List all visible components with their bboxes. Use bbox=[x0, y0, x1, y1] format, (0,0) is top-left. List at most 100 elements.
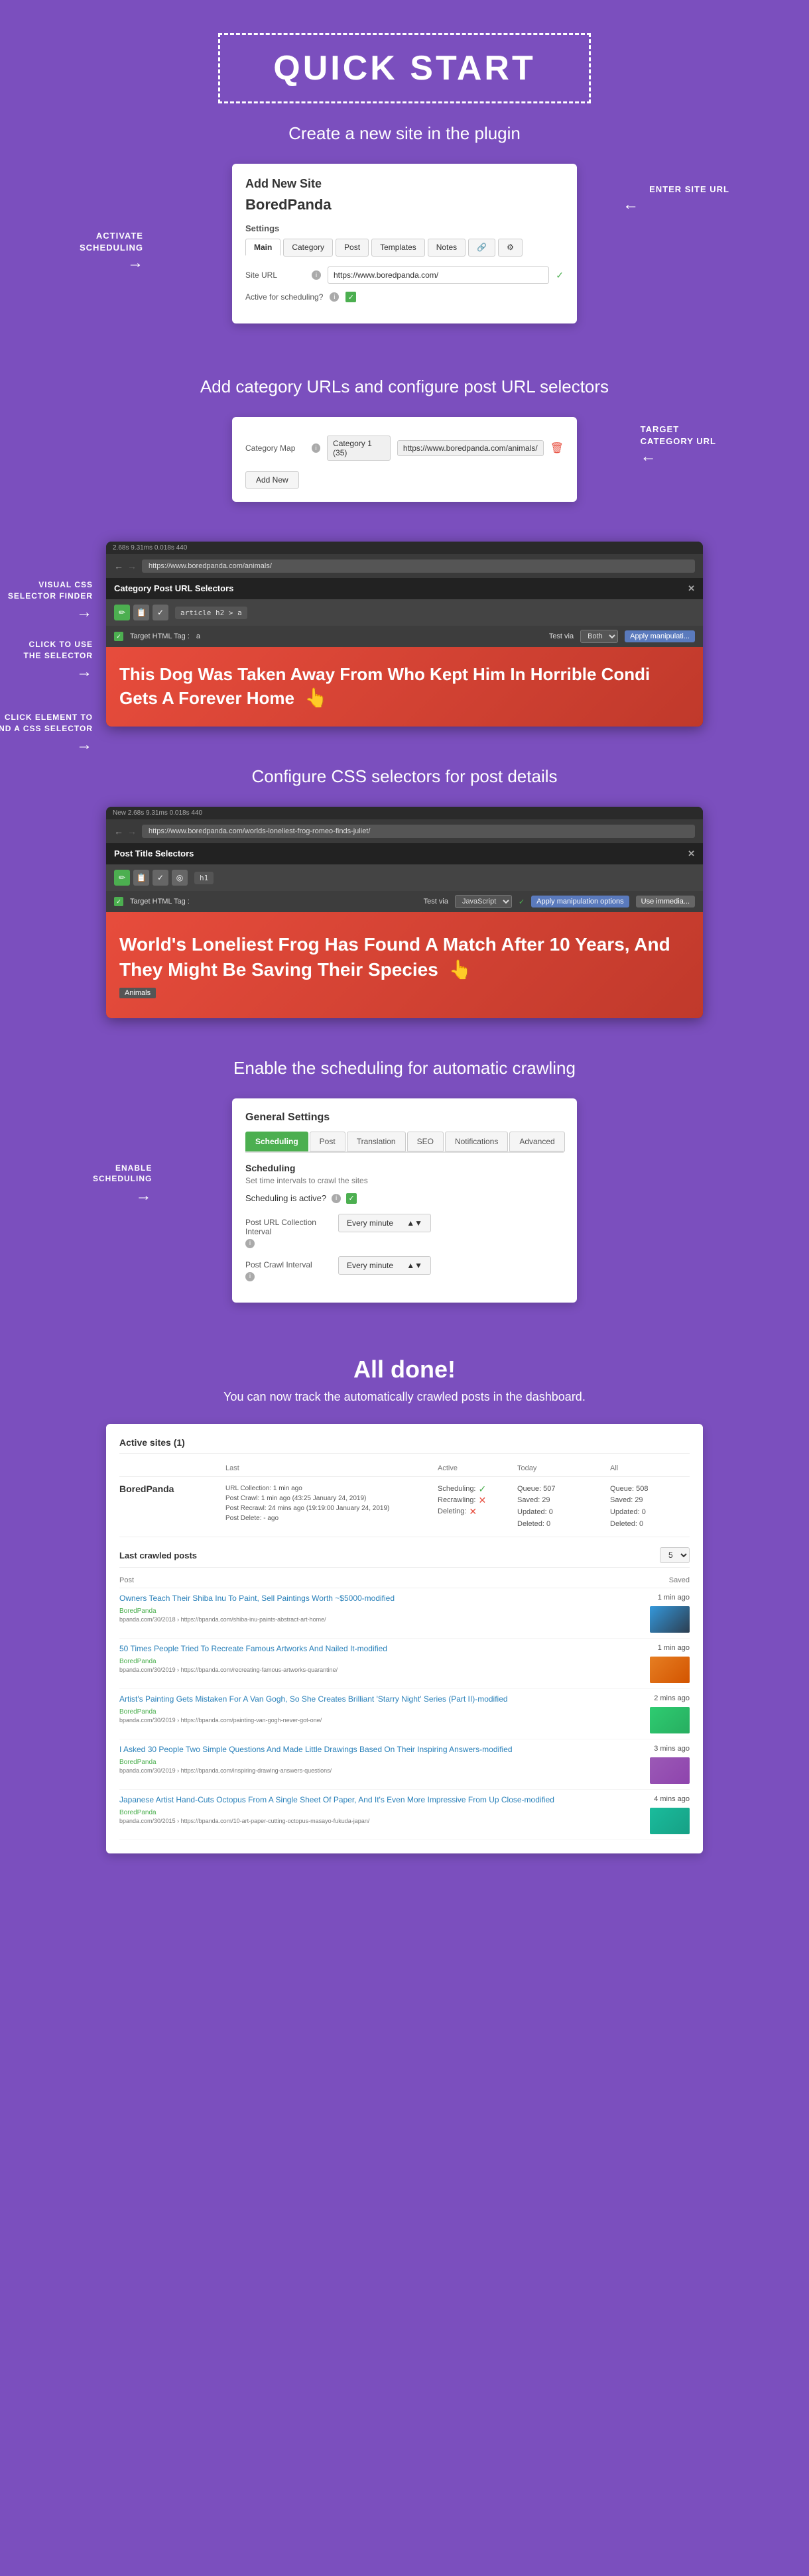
gen-settings-card: General Settings Scheduling Post Transla… bbox=[232, 1098, 577, 1303]
deleting-label: Deleting: bbox=[438, 1507, 466, 1515]
info-icon-interval2[interactable]: i bbox=[245, 1272, 255, 1281]
use-immed-btn[interactable]: Use immedia... bbox=[636, 896, 695, 907]
back-icon[interactable]: ← bbox=[114, 561, 123, 571]
scheduling-active-checkbox[interactable]: ✓ bbox=[346, 1193, 357, 1204]
browser-url-bar-2[interactable]: https://www.boredpanda.com/worlds-loneli… bbox=[142, 825, 695, 838]
info-icon-scheduling[interactable]: i bbox=[332, 1194, 341, 1203]
settings-label: Settings bbox=[245, 223, 564, 233]
tab-post[interactable]: Post bbox=[336, 239, 369, 257]
close-selector-icon[interactable]: ✕ bbox=[688, 583, 695, 594]
dash-site-row: BoredPanda URL Collection: 1 min ago Pos… bbox=[119, 1477, 690, 1537]
active-checkbox[interactable]: ✓ bbox=[345, 292, 356, 302]
test-via-select-1[interactable]: Both bbox=[580, 630, 618, 643]
target-icon-2[interactable]: ◎ bbox=[172, 870, 188, 886]
site-col-name: BoredPanda bbox=[119, 1484, 225, 1494]
post-link-3[interactable]: Artist's Painting Gets Mistaken For A Va… bbox=[119, 1694, 637, 1704]
col-last: Last bbox=[225, 1464, 438, 1472]
tab-icon1[interactable]: 🔗 bbox=[468, 239, 495, 257]
tab-main[interactable]: Main bbox=[245, 239, 280, 257]
target-check-icon-2: ✓ bbox=[114, 897, 123, 906]
post-link-1[interactable]: Owners Teach Their Shiba Inu To Paint, S… bbox=[119, 1594, 637, 1603]
annotation-click-element-text: CLICK ELEMENT TO FIND A CSS SELECTOR bbox=[0, 713, 93, 733]
all-queue: Queue: 508 bbox=[610, 1484, 690, 1495]
forward-icon-2[interactable]: → bbox=[127, 826, 137, 837]
stab-seo[interactable]: SEO bbox=[407, 1132, 444, 1151]
tab-icon2[interactable]: ⚙ bbox=[498, 239, 523, 257]
post-header-row: Post Saved bbox=[119, 1573, 690, 1588]
back-icon-2[interactable]: ← bbox=[114, 826, 123, 837]
tab-category[interactable]: Category bbox=[283, 239, 333, 257]
category-tag: Category 1 (35) bbox=[327, 436, 391, 461]
step6-section: All done! You can now track the automati… bbox=[0, 1329, 809, 1893]
status-deleting: Deleting: ✕ bbox=[438, 1506, 517, 1517]
last-post-delete: Post Delete: - ago bbox=[225, 1513, 438, 1523]
info-icon-active[interactable]: i bbox=[330, 292, 339, 302]
post-detail-3: Artist's Painting Gets Mistaken For A Va… bbox=[119, 1694, 637, 1724]
copy-icon[interactable]: 📋 bbox=[133, 605, 149, 620]
dash-table-header: Last Active Today All bbox=[119, 1460, 690, 1477]
card-title: Add New Site bbox=[245, 177, 564, 191]
test-via-label-2: Test via bbox=[424, 898, 448, 906]
stab-post[interactable]: Post bbox=[310, 1132, 345, 1151]
interval-row-1: Post URL Collection Interval i Every min… bbox=[245, 1214, 564, 1248]
arrow-click-element: → bbox=[0, 734, 93, 756]
tab-notes[interactable]: Notes bbox=[428, 239, 466, 257]
post-link-5[interactable]: Japanese Artist Hand-Cuts Octopus From A… bbox=[119, 1795, 637, 1804]
info-icon-url[interactable]: i bbox=[312, 270, 321, 280]
scheduling-active-label: Scheduling is active? bbox=[245, 1193, 326, 1203]
browser-frame-2: New 2.68s 9.31ms 0.018s 440 ← → https://… bbox=[106, 807, 703, 1018]
post-thumb-5 bbox=[650, 1808, 690, 1834]
post-item-2: 50 Times People Tried To Recreate Famous… bbox=[119, 1639, 690, 1689]
cursor-hand-1: 👆 bbox=[304, 686, 328, 710]
stab-translation[interactable]: Translation bbox=[347, 1132, 406, 1151]
apply-manip-btn-1[interactable]: Apply manipulati... bbox=[625, 630, 695, 642]
post-link-2[interactable]: 50 Times People Tried To Recreate Famous… bbox=[119, 1644, 637, 1653]
category-url: https://www.boredpanda.com/animals/ bbox=[397, 440, 544, 456]
last-url-collection: URL Collection: 1 min ago bbox=[225, 1484, 438, 1493]
stab-scheduling[interactable]: Scheduling bbox=[245, 1132, 308, 1151]
info-icon-category[interactable]: i bbox=[312, 443, 320, 453]
url-edit-icon[interactable]: ✓ bbox=[556, 270, 564, 281]
posts-count-select[interactable]: 5 bbox=[660, 1547, 690, 1563]
info-icon-interval1[interactable]: i bbox=[245, 1239, 255, 1248]
arrow-visual-css: → bbox=[0, 601, 93, 624]
selector-code-2[interactable]: h1 bbox=[194, 872, 214, 884]
step5-section: Enable the scheduling for automatic craw… bbox=[0, 1045, 809, 1329]
browser-url-bar-1[interactable]: https://www.boredpanda.com/animals/ bbox=[142, 559, 695, 573]
edit-icon-2[interactable]: ✏ bbox=[114, 870, 130, 886]
post-thumb-4 bbox=[650, 1757, 690, 1784]
stab-notifications[interactable]: Notifications bbox=[445, 1132, 508, 1151]
target-html-label-1: Target HTML Tag : bbox=[130, 632, 190, 640]
close-selector-icon-2[interactable]: ✕ bbox=[688, 849, 695, 859]
interval-chevron-1: ▲▼ bbox=[406, 1218, 422, 1228]
step4-section: Configure CSS selectors for post details… bbox=[0, 753, 809, 1045]
post-saved-2: 1 min ago bbox=[637, 1644, 690, 1683]
selector-toolbar-2: ✏ 📋 ✓ ◎ h1 bbox=[106, 864, 703, 891]
forward-icon[interactable]: → bbox=[127, 561, 137, 571]
copy-icon-2[interactable]: 📋 bbox=[133, 870, 149, 886]
check-icon[interactable]: ✓ bbox=[153, 605, 168, 620]
tab-templates[interactable]: Templates bbox=[371, 239, 425, 257]
status-recrawling: Recrawling: ✕ bbox=[438, 1495, 517, 1506]
article-title-text-1: This Dog Was Taken Away From Who Kept Hi… bbox=[119, 664, 650, 708]
delete-icon[interactable]: 🗑 bbox=[550, 441, 564, 455]
edit-icon[interactable]: ✏ bbox=[114, 605, 130, 620]
article-preview-1: This Dog Was Taken Away From Who Kept Hi… bbox=[106, 647, 703, 727]
interval-select-2[interactable]: Every minute ▲▼ bbox=[338, 1256, 431, 1275]
apply-manip-btn-2[interactable]: Apply manipulation options bbox=[531, 896, 629, 907]
post-site-3: BoredPanda bbox=[119, 1708, 156, 1716]
add-new-button[interactable]: Add New bbox=[245, 471, 299, 489]
interval-select-1[interactable]: Every minute ▲▼ bbox=[338, 1214, 431, 1232]
post-url-4: bpanda.com/30/2019 › https://bpanda.com/… bbox=[119, 1767, 637, 1774]
site-url-input[interactable] bbox=[328, 266, 549, 284]
post-link-4[interactable]: I Asked 30 People Two Simple Questions A… bbox=[119, 1745, 637, 1754]
post-item-1: Owners Teach Their Shiba Inu To Paint, S… bbox=[119, 1588, 690, 1639]
cursor-hand-2: 👆 bbox=[449, 957, 472, 982]
selector-code-1[interactable]: article h2 > a bbox=[175, 607, 247, 619]
last-post-crawl: Post Crawl: 1 min ago (43:25 January 24,… bbox=[225, 1493, 438, 1503]
browser-stats-bar-2: New 2.68s 9.31ms 0.018s 440 bbox=[106, 807, 703, 819]
check-icon-2[interactable]: ✓ bbox=[153, 870, 168, 886]
stab-advanced[interactable]: Advanced bbox=[509, 1132, 564, 1151]
test-via-select-2[interactable]: JavaScript bbox=[455, 895, 512, 908]
col-name bbox=[119, 1464, 225, 1472]
